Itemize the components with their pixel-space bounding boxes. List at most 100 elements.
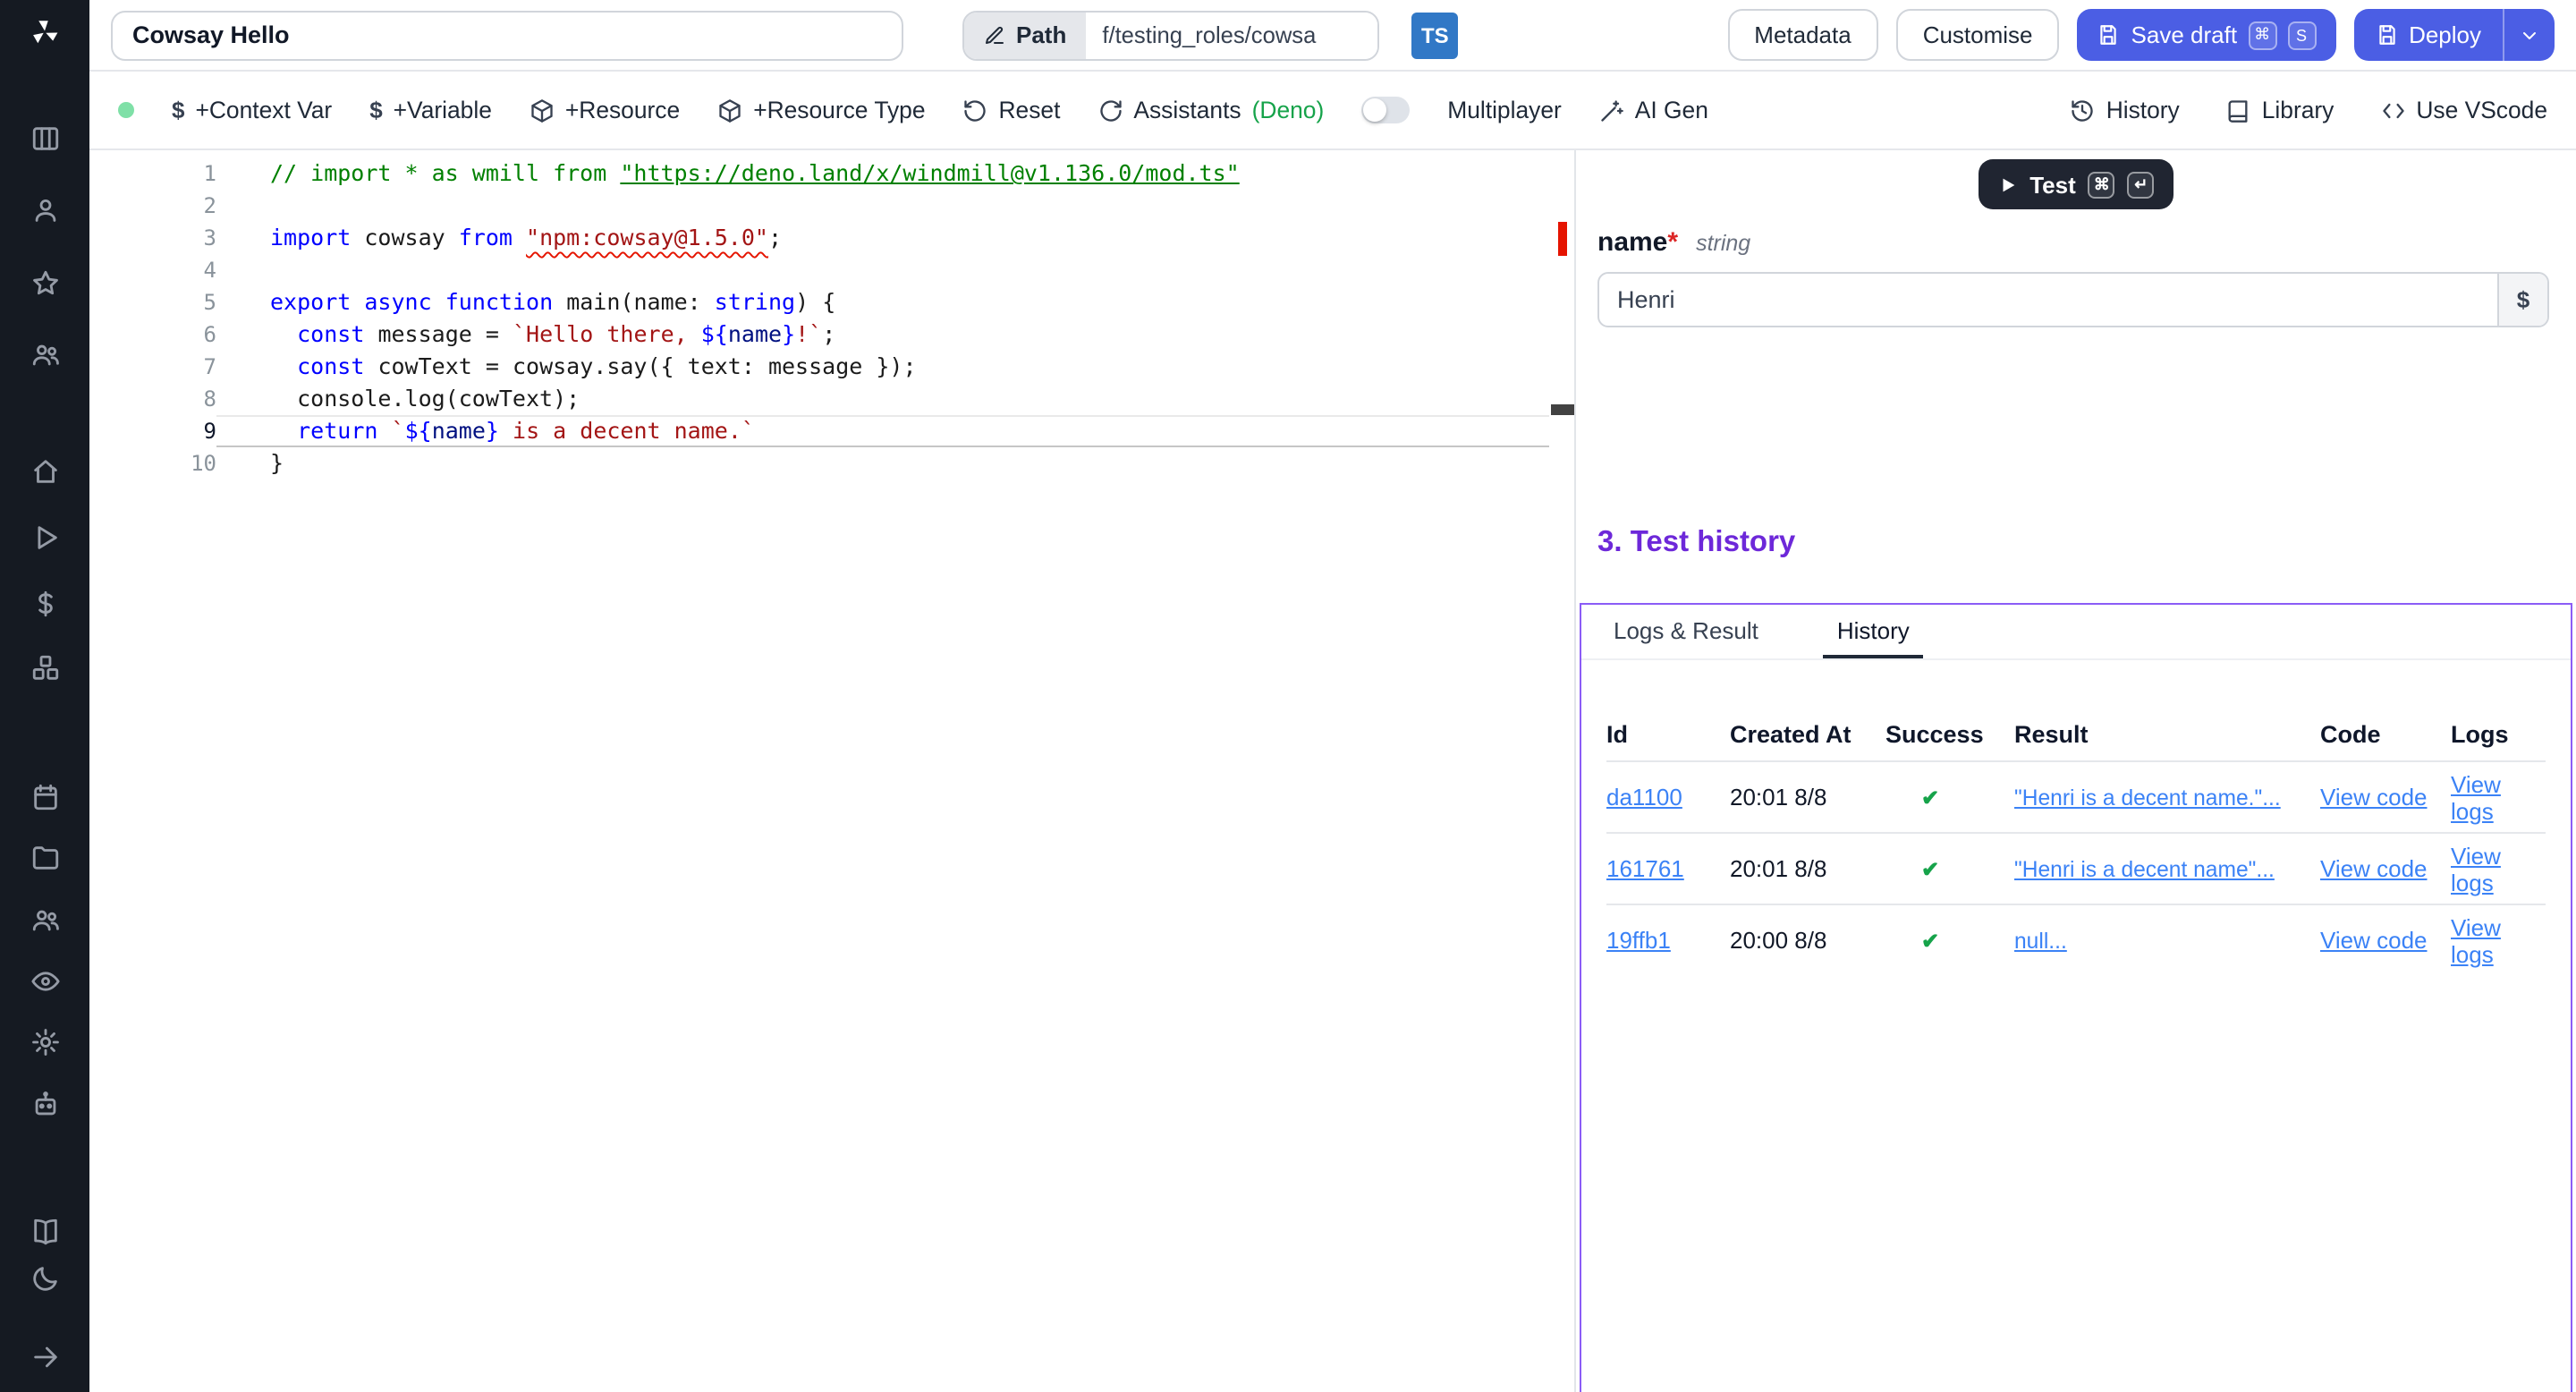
- line-number: 3: [89, 222, 216, 254]
- name-argument-input[interactable]: [1597, 272, 2549, 327]
- view-code-link[interactable]: View code: [2320, 855, 2451, 882]
- dollar-icon[interactable]: [29, 587, 61, 619]
- line-number: 10: [89, 447, 216, 480]
- vscode-label: Use VScode: [2416, 97, 2547, 123]
- history-row: 16176120:01 8/8✔"Henri is a decent name"…: [1606, 832, 2546, 904]
- vscode-button[interactable]: Use VScode: [2380, 97, 2547, 123]
- history-icon: [2071, 98, 2096, 123]
- column-header-code: Code: [2320, 720, 2451, 747]
- add-resource-label: +Resource: [565, 97, 680, 123]
- cmd-key-badge: ⌘: [2089, 171, 2115, 198]
- error-ruler-mark: [1558, 222, 1567, 256]
- tab-history[interactable]: History: [1823, 605, 1924, 658]
- windmill-logo-icon[interactable]: [29, 16, 61, 48]
- home-icon[interactable]: [29, 454, 61, 487]
- code-line[interactable]: 3import cowsay from "npm:cowsay@1.5.0";: [89, 222, 1574, 254]
- job-id-link[interactable]: 19ffb1: [1606, 927, 1730, 954]
- refresh-icon: [1097, 98, 1123, 123]
- gear-icon[interactable]: [29, 1025, 61, 1057]
- assistants-button[interactable]: Assistants (Deno): [1097, 97, 1324, 123]
- eye-icon[interactable]: [29, 964, 61, 997]
- line-number: 8: [89, 383, 216, 415]
- history-button[interactable]: History: [2071, 97, 2180, 123]
- ai-gen-button[interactable]: AI Gen: [1599, 97, 1708, 123]
- code-line[interactable]: 7 const cowText = cowsay.say({ text: mes…: [89, 351, 1574, 383]
- boxes-icon[interactable]: [29, 651, 61, 683]
- deploy-button[interactable]: Deploy: [2353, 9, 2503, 61]
- play-icon[interactable]: [29, 521, 61, 553]
- right-panel: Test ⌘ ↵ name * string $ 3. Test history…: [1576, 150, 2576, 1392]
- calendar-icon[interactable]: [29, 780, 61, 812]
- view-logs-link[interactable]: View logs: [2451, 913, 2546, 967]
- reset-label: Reset: [999, 97, 1061, 123]
- grid-icon[interactable]: [29, 122, 61, 154]
- result-link[interactable]: "Henri is a decent name."...: [2014, 785, 2320, 810]
- line-number: 2: [89, 190, 216, 222]
- multiplayer-label: Multiplayer: [1447, 97, 1562, 123]
- field-label: name: [1597, 227, 1667, 258]
- add-resource-button[interactable]: +Resource: [530, 97, 680, 123]
- insert-variable-button[interactable]: $: [2497, 274, 2547, 326]
- add-variable-button[interactable]: $ +Variable: [369, 97, 492, 123]
- path-button-label: Path: [1016, 21, 1066, 48]
- book-icon[interactable]: [29, 1215, 61, 1247]
- job-id-link[interactable]: da1100: [1606, 784, 1730, 811]
- library-button[interactable]: Library: [2226, 97, 2334, 123]
- result-link[interactable]: "Henri is a decent name"...: [2014, 856, 2320, 881]
- deploy-dropdown-button[interactable]: [2503, 9, 2555, 61]
- view-logs-link[interactable]: View logs: [2451, 842, 2546, 895]
- add-resource-type-button[interactable]: +Resource Type: [717, 97, 925, 123]
- code-line[interactable]: 4: [89, 254, 1574, 286]
- view-code-link[interactable]: View code: [2320, 784, 2451, 811]
- view-logs-link[interactable]: View logs: [2451, 770, 2546, 824]
- view-code-link[interactable]: View code: [2320, 927, 2451, 954]
- folder-icon[interactable]: [29, 841, 61, 873]
- code-line[interactable]: 8 console.log(cowText);: [89, 383, 1574, 415]
- job-id-link[interactable]: 161761: [1606, 855, 1730, 882]
- tab-logs-result[interactable]: Logs & Result: [1599, 605, 1773, 658]
- save-icon: [2097, 23, 2121, 47]
- code-line[interactable]: 5export async function main(name: string…: [89, 286, 1574, 318]
- star-icon[interactable]: [29, 267, 61, 299]
- add-context-var-button[interactable]: $ +Context Var: [172, 97, 332, 123]
- script-name-input[interactable]: [111, 10, 903, 60]
- dollar-icon: $: [369, 97, 382, 123]
- code-line[interactable]: 9 return `${name} is a decent name.`: [89, 415, 1574, 447]
- reset-button[interactable]: Reset: [963, 97, 1061, 123]
- code-editor[interactable]: 1// import * as wmill from "https://deno…: [89, 150, 1576, 1392]
- arrow-right-icon[interactable]: [29, 1340, 61, 1372]
- user-icon[interactable]: [29, 193, 61, 225]
- line-number: 4: [89, 254, 216, 286]
- created-at: 20:00 8/8: [1730, 927, 1885, 954]
- success-check-icon: ✔: [1885, 785, 2014, 810]
- line-number: 7: [89, 351, 216, 383]
- deploy-label: Deploy: [2409, 21, 2481, 48]
- path-input[interactable]: [1086, 12, 1377, 58]
- multiplayer-toggle[interactable]: [1361, 97, 1410, 123]
- code-line[interactable]: 2: [89, 190, 1574, 222]
- result-link[interactable]: null...: [2014, 928, 2320, 953]
- ai-gen-label: AI Gen: [1635, 97, 1708, 123]
- users-icon[interactable]: [29, 338, 61, 370]
- library-book-icon: [2226, 98, 2251, 123]
- cmd-key-badge: ⌘: [2248, 21, 2276, 49]
- robot-icon[interactable]: [29, 1088, 61, 1120]
- moon-icon[interactable]: [29, 1261, 61, 1294]
- column-header-success: Success: [1885, 720, 2014, 747]
- path-button[interactable]: Path: [964, 12, 1086, 58]
- code-line[interactable]: 6 const message = `Hello there, ${name}!…: [89, 318, 1574, 351]
- customise-button[interactable]: Customise: [1896, 9, 2060, 61]
- line-number: 5: [89, 286, 216, 318]
- user-group-icon[interactable]: [29, 904, 61, 936]
- column-header-id: Id: [1606, 720, 1730, 747]
- library-label: Library: [2262, 97, 2334, 123]
- save-draft-button[interactable]: Save draft ⌘ S: [2078, 9, 2336, 61]
- column-header-result: Result: [2014, 720, 2320, 747]
- code-line[interactable]: 10}: [89, 447, 1574, 480]
- typescript-badge: TS: [1411, 12, 1458, 58]
- test-button[interactable]: Test ⌘ ↵: [1978, 159, 2174, 209]
- code-line[interactable]: 1// import * as wmill from "https://deno…: [89, 157, 1574, 190]
- rotate-ccw-icon: [963, 98, 988, 123]
- play-icon: [1997, 174, 2017, 194]
- metadata-button[interactable]: Metadata: [1727, 9, 1877, 61]
